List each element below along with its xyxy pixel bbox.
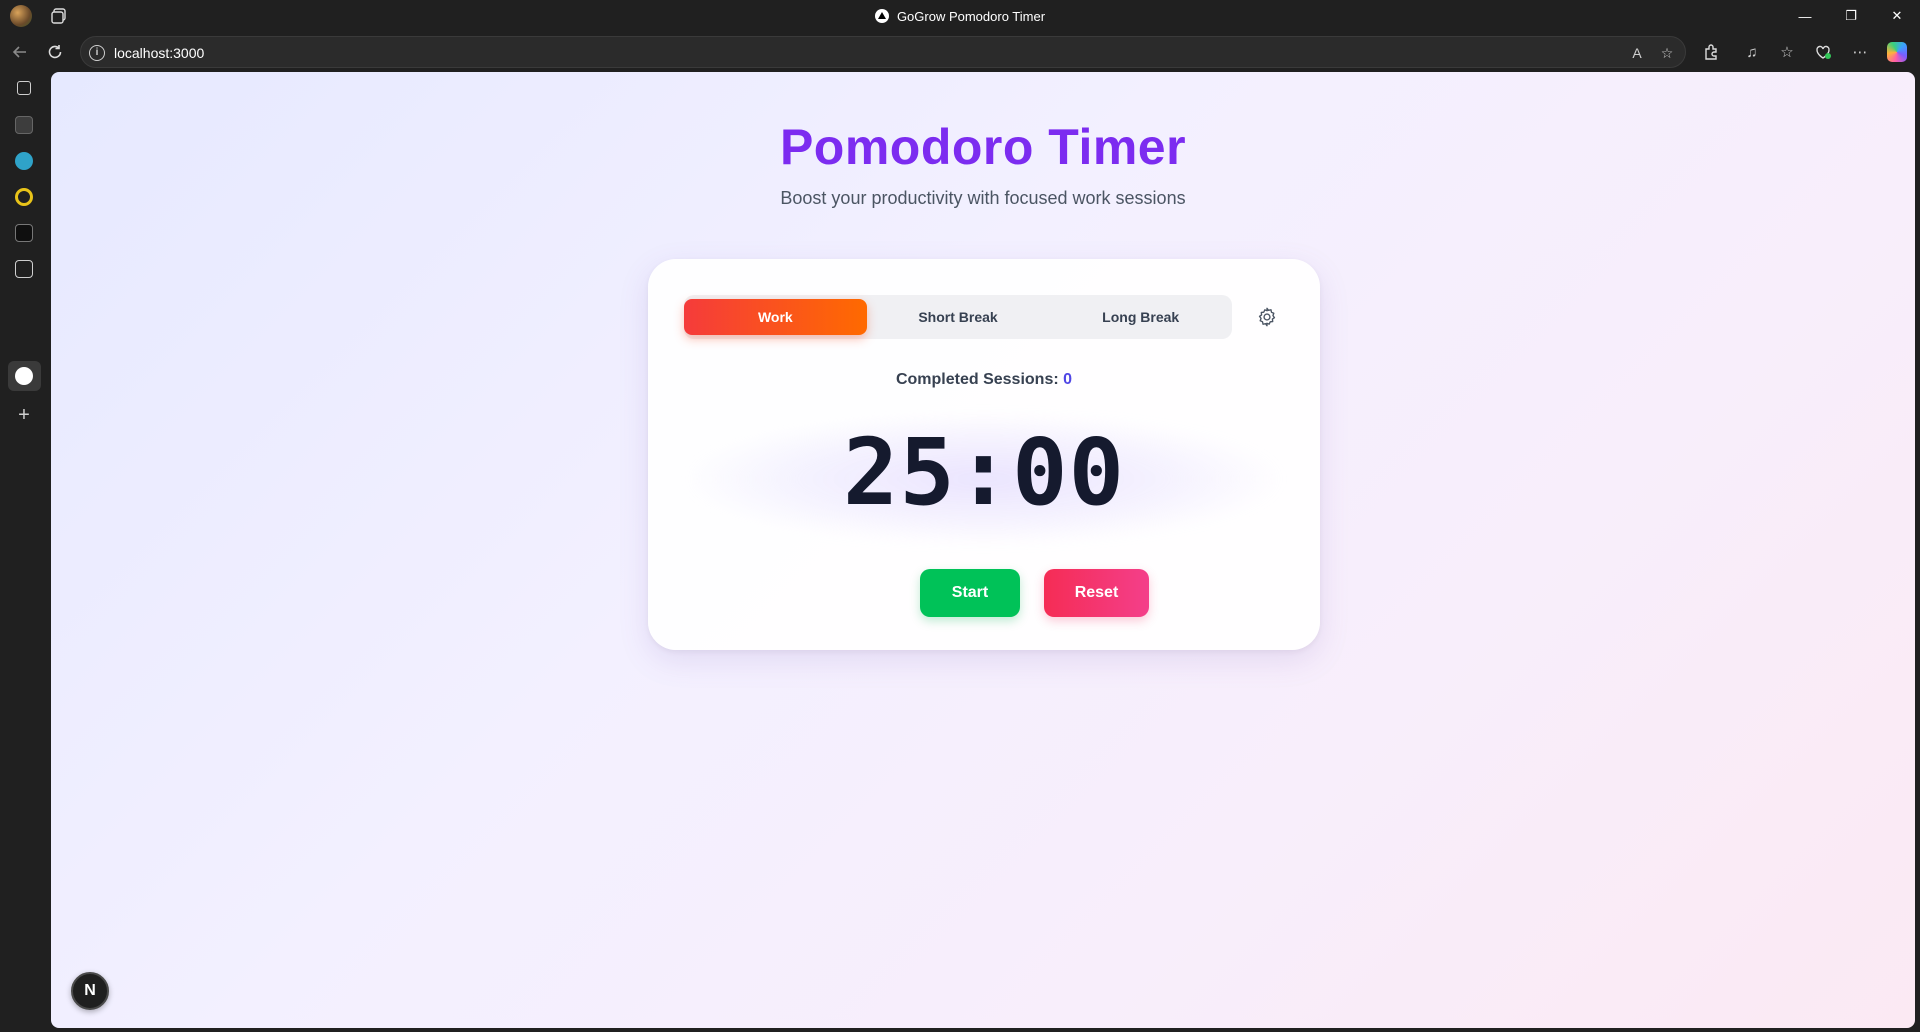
title-bar: GoGrow Pomodoro Timer — ❐ ✕: [0, 0, 1920, 32]
add-icon[interactable]: +: [15, 405, 33, 425]
back-icon[interactable]: [10, 42, 30, 62]
favorite-star-icon[interactable]: ☆: [1657, 43, 1677, 63]
site-favicon-icon: [874, 9, 889, 23]
window-controls: — ❐ ✕: [1782, 0, 1920, 32]
timer-display: 25:00: [843, 419, 1125, 526]
start-button[interactable]: Start: [920, 569, 1020, 617]
browser-sidebar: +: [0, 72, 51, 1032]
nextjs-dev-badge[interactable]: N: [71, 972, 109, 1010]
more-icon[interactable]: ⋯: [1850, 42, 1870, 62]
spiral-app-icon[interactable]: [15, 188, 33, 206]
media-icon[interactable]: ♫: [1742, 42, 1762, 62]
minimize-button[interactable]: —: [1782, 0, 1828, 32]
page-viewport: Pomodoro Timer Boost your productivity w…: [51, 72, 1915, 1028]
tab-short-break[interactable]: Short Break: [867, 299, 1050, 335]
app-icon-2[interactable]: [15, 224, 33, 242]
pomodoro-tab-icon[interactable]: [15, 367, 33, 385]
window-title: GoGrow Pomodoro Timer: [0, 0, 1920, 32]
close-button[interactable]: ✕: [1874, 0, 1920, 32]
profile-avatar[interactable]: [10, 5, 32, 27]
gear-icon: [1258, 307, 1276, 327]
site-info-icon[interactable]: i: [89, 45, 105, 61]
tab-work[interactable]: Work: [684, 299, 867, 335]
settings-button[interactable]: [1255, 306, 1279, 330]
sessions-label: Completed Sessions:: [895, 371, 1059, 388]
tab-actions-icon[interactable]: [50, 7, 68, 25]
tab-long-break[interactable]: Long Break: [1049, 299, 1232, 335]
navigation-bar: i A ☆: [0, 32, 1920, 72]
window-title-text: GoGrow Pomodoro Timer: [896, 8, 1046, 24]
mode-tabs: Work Short Break Long Break: [684, 295, 1232, 339]
app-icon-1[interactable]: [15, 116, 33, 134]
browser-essentials-icon[interactable]: [1813, 42, 1833, 62]
copilot-icon[interactable]: [1887, 42, 1907, 62]
check-app-icon[interactable]: [15, 152, 33, 170]
page-title: Pomodoro Timer: [779, 119, 1187, 175]
reset-button[interactable]: Reset: [1044, 569, 1149, 617]
timer-card: Work Short Break Long Break Completed Se…: [648, 259, 1320, 650]
address-bar[interactable]: i A ☆: [80, 36, 1686, 68]
page-subtitle: Boost your productivity with focused wor…: [780, 188, 1186, 208]
vertical-tabs-icon[interactable]: [17, 81, 31, 95]
restore-button[interactable]: ❐: [1828, 0, 1874, 32]
refresh-icon[interactable]: [45, 42, 65, 62]
url-input[interactable]: [114, 43, 714, 63]
sessions-count: 0: [1063, 371, 1073, 388]
completed-sessions: Completed Sessions: 0: [648, 371, 1320, 389]
read-aloud-icon[interactable]: A: [1627, 43, 1647, 63]
document-app-icon[interactable]: [15, 260, 33, 278]
favorites-icon[interactable]: ☆: [1777, 42, 1797, 62]
extensions-icon[interactable]: [1701, 42, 1721, 62]
